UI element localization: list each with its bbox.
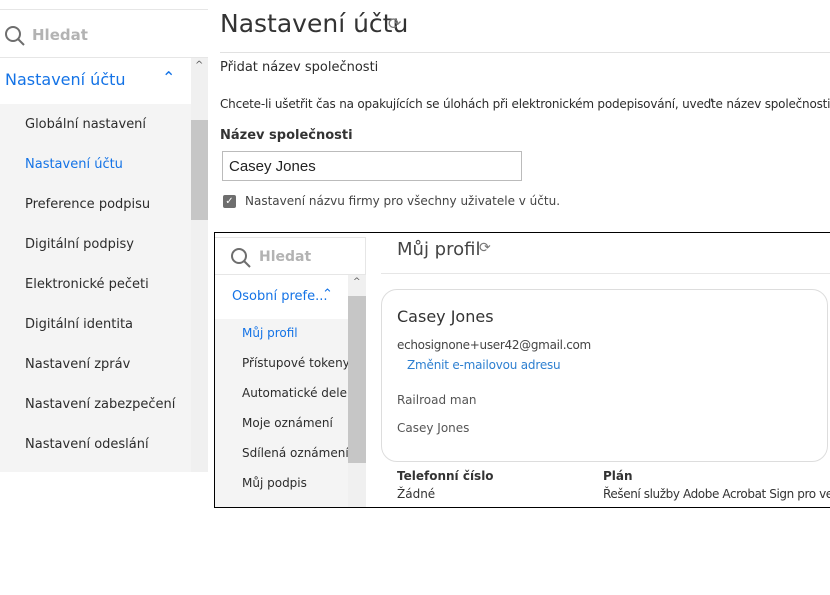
profile-job-title: Railroad man — [397, 393, 477, 407]
phone-value: Žádné — [397, 487, 436, 501]
search-icon — [5, 26, 25, 46]
sidebar-item[interactable]: Nastavení zpráv — [25, 357, 130, 372]
section-subtitle: Přidat název společnosti — [220, 60, 379, 75]
sidebar-scrollbar[interactable]: ^ — [191, 58, 208, 472]
refresh-icon[interactable]: ⟳ — [479, 240, 491, 256]
sidebar-item[interactable]: Elektronické pečeti — [25, 277, 149, 292]
profile-company: Casey Jones — [397, 421, 470, 435]
sidebar-item[interactable]: Nastavení účtu — [25, 157, 123, 172]
sidebar-item[interactable]: Digitální identita — [25, 317, 133, 332]
inset-sidebar-list: Můj profil Přístupové tokeny Automatické… — [215, 319, 358, 507]
profile-name: Casey Jones — [397, 307, 494, 326]
inset-search[interactable]: Hledat — [215, 237, 366, 275]
sidebar-item[interactable]: Moje oznámení — [242, 416, 333, 430]
page-title: Nastavení účtu — [220, 9, 409, 38]
sidebar-section-header[interactable]: Nastavení účtu ⌃ — [0, 58, 191, 104]
chevron-up-icon: ⌃ — [322, 287, 333, 302]
search-placeholder: Hledat — [32, 26, 88, 44]
plan-label: Plán — [603, 469, 633, 483]
plan-value: Řešení služby Adobe Acrobat Sign pro vel… — [603, 487, 830, 501]
section-label: Nastavení účtu — [5, 70, 126, 89]
apply-all-checkbox[interactable]: ✓ — [223, 195, 236, 208]
sidebar-item[interactable]: Nastavení zabezpečení — [25, 397, 175, 412]
phone-label: Telefonní číslo — [397, 469, 494, 483]
profile-title: Můj profil — [397, 239, 481, 260]
inset-scrollbar[interactable]: ^ — [348, 275, 366, 507]
company-name-input[interactable] — [222, 151, 522, 181]
checkbox-label: Nastavení názvu firmy pro všechny uživat… — [245, 194, 561, 208]
company-label: Název společnosti — [220, 128, 353, 143]
profile-card: Casey Jones echosignone+user42@gmail.com… — [381, 289, 828, 462]
sidebar-item[interactable]: Digitální podpisy — [25, 237, 134, 252]
search-icon — [231, 248, 251, 268]
scrollbar-thumb[interactable] — [348, 296, 366, 463]
scroll-up-arrow-icon[interactable]: ^ — [195, 60, 203, 71]
divider — [220, 52, 830, 53]
inset-section-header[interactable]: Osobní prefe... ⌃ — [215, 275, 348, 319]
sidebar-item[interactable]: Preference podpisu — [25, 197, 150, 212]
search-placeholder: Hledat — [259, 249, 312, 265]
scroll-up-arrow-icon[interactable]: ^ — [353, 277, 361, 287]
sidebar-item[interactable]: Automatické dele... — [242, 386, 358, 400]
sidebar-item[interactable]: Globální nastavení — [25, 117, 146, 132]
scrollbar-thumb[interactable] — [191, 120, 208, 220]
change-email-link[interactable]: Změnit e-mailovou adresu — [407, 358, 561, 372]
section-label: Osobní prefe... — [232, 289, 328, 304]
sidebar-list: Globální nastavení Nastavení účtu Prefer… — [0, 104, 191, 472]
description: Chcete-li ušetřit čas na opakujících se … — [220, 97, 830, 111]
chevron-up-icon: ⌃ — [162, 68, 176, 87]
refresh-icon[interactable]: ⟳ — [388, 14, 401, 33]
sidebar-item[interactable]: Můj profil — [242, 326, 298, 340]
sidebar-item[interactable]: Můj podpis — [242, 476, 307, 490]
sidebar-search[interactable]: Hledat — [0, 9, 208, 58]
divider — [381, 273, 830, 274]
profile-email: echosignone+user42@gmail.com — [397, 338, 591, 352]
sidebar-item[interactable]: Sdílená oznámení — [242, 446, 349, 460]
sidebar-item[interactable]: Nastavení odeslání — [25, 437, 149, 452]
sidebar-item[interactable]: Přístupové tokeny — [242, 356, 350, 370]
profile-inset: Hledat Osobní prefe... ⌃ Můj profil Přís… — [214, 232, 830, 508]
